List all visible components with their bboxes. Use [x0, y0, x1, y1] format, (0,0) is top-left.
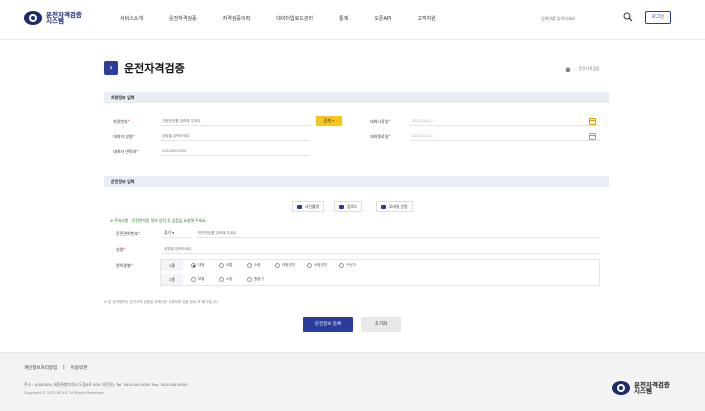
submit-button[interactable]: 운전정보 등록 [303, 317, 353, 332]
license-type-table: 1종 2종 대형 보통 소형 대형견인 소형견인 구난차 보통 소형 원동기 [160, 259, 600, 286]
take-photo-button[interactable]: 사진촬영 [292, 201, 324, 212]
radio-class1-large-trailer[interactable] [275, 263, 280, 268]
nav-item-upload[interactable]: 데이터업로드관리 [276, 15, 313, 22]
main-nav: 서비스소개 운전자격검증 자격검증이력 데이터업로드관리 통계 오픈API 고객… [120, 15, 462, 22]
chevron-down-icon: ▾ [172, 230, 175, 235]
radio-class2-motor[interactable] [247, 277, 252, 282]
reset-button[interactable]: 초기화 [361, 317, 401, 332]
calendar-icon[interactable] [589, 133, 596, 140]
site-header: 운전자격검증 시스템 서비스소개 운전자격검증 자격검증이력 데이터업로드관리 … [0, 0, 705, 40]
driver-name-input[interactable] [162, 244, 600, 254]
radio-class2-small[interactable] [219, 277, 224, 282]
search-icon[interactable] [623, 12, 633, 22]
license-no-input[interactable] [196, 228, 600, 238]
vehicle-info-section-header: 차량정보 입력 [104, 92, 609, 103]
form-footnote: ※ 본 입력정보는 운전자격 검증을 위해서만 사용되며 검증 완료 후 폐기됩… [104, 300, 219, 304]
breadcrumb-separator: › [574, 66, 576, 72]
breadcrumb: › 운전자격검증 [565, 66, 600, 72]
owner-name-input[interactable] [160, 131, 310, 141]
section-title: 운전정보 입력 [111, 179, 135, 184]
rent-start-input[interactable]: 2023-04-12 [410, 116, 600, 126]
license-no-label: 운전면허번호* [116, 231, 141, 236]
nav-item-history[interactable]: 자격검증이력 [223, 15, 251, 22]
nav-item-service[interactable]: 서비스소개 [120, 15, 143, 22]
search-icon: ⌕ [332, 118, 335, 123]
login-button[interactable]: 로그인 [645, 11, 671, 24]
mobile-icon [381, 204, 386, 209]
calendar-icon[interactable] [589, 118, 596, 125]
contact-input[interactable] [160, 146, 310, 156]
license-region-select[interactable]: 경기 ▾ [162, 228, 192, 238]
upload-icon [339, 204, 344, 209]
class2-label: 2종 [161, 274, 183, 285]
footer-link-terms[interactable]: 이용약관 [71, 365, 88, 371]
footer-link-privacy[interactable]: 개인정보처리방침 [24, 365, 57, 371]
radio-class1-small-trailer[interactable] [307, 263, 312, 268]
steering-wheel-icon [612, 381, 630, 395]
page-title-area: › 운전자격검증 [104, 60, 185, 76]
logo-text: 운전자격검증 시스템 [46, 10, 82, 25]
driver-name-label: 성명* [116, 247, 126, 252]
nav-item-openapi[interactable]: 오픈API [374, 15, 391, 22]
nav-item-verify[interactable]: 운전자격검증 [169, 15, 197, 22]
rent-end-input[interactable]: 2023-04-12 [410, 131, 600, 141]
footer-copyright: Copyright © 2023 MOLIT. All Rights Reser… [24, 391, 105, 395]
mobile-auth-button[interactable]: 모바일 인증 [376, 201, 413, 212]
page-title: 운전자격검증 [124, 62, 185, 75]
footer-links: 개인정보처리방침 | 이용약관 [24, 365, 87, 371]
radio-class1-normal[interactable] [219, 263, 224, 268]
car-number-input[interactable] [160, 116, 310, 126]
owner-name-label: 대여자 성명* [113, 134, 135, 139]
title-chevron-icon: › [104, 61, 118, 75]
footer-address: 주소 : (000000) 세종특별자치시 도움6로 000 (어진동) Tel… [24, 382, 188, 387]
radio-class2-normal[interactable] [191, 277, 196, 282]
license-type-label: 면허종별* [116, 263, 133, 268]
section-title: 차량정보 입력 [111, 95, 135, 100]
rent-start-label: 대여시작일* [370, 119, 391, 124]
footer-divider: | [63, 365, 65, 370]
footer-logo-text: 운전자격검증 시스템 [634, 380, 670, 395]
steering-wheel-icon [24, 11, 42, 25]
search-input[interactable] [537, 13, 617, 24]
home-icon[interactable] [565, 66, 571, 72]
driver-info-section-header: 운전정보 입력 [104, 176, 609, 187]
site-footer: 개인정보처리방침 | 이용약관 주소 : (000000) 세종특별자치시 도움… [0, 352, 705, 411]
site-logo[interactable]: 운전자격검증 시스템 [24, 11, 84, 25]
upload-button[interactable]: 업로드 [334, 201, 363, 212]
breadcrumb-current: 운전자격검증 [578, 66, 600, 71]
footer-logo: 운전자격검증 시스템 [612, 381, 672, 395]
nav-item-support[interactable]: 고객지원 [417, 15, 435, 22]
rent-end-label: 대여종료일* [370, 134, 391, 139]
class1-label: 1종 [161, 260, 183, 271]
nav-item-stats[interactable]: 통계 [339, 15, 348, 22]
car-number-label: 차량번호* [113, 119, 130, 124]
contact-label: 대여자 연락처* [113, 149, 139, 154]
radio-class1-small[interactable] [247, 263, 252, 268]
radio-class1-large[interactable] [191, 263, 196, 268]
camera-icon [297, 204, 302, 209]
radio-class1-wrecker[interactable] [339, 263, 344, 268]
input-notice: ※ 주의사항 : 운전면허증 정보 입력 후 검증을 요청해 주세요. [110, 218, 207, 223]
car-search-button[interactable]: 검색 ⌕ [316, 116, 342, 126]
